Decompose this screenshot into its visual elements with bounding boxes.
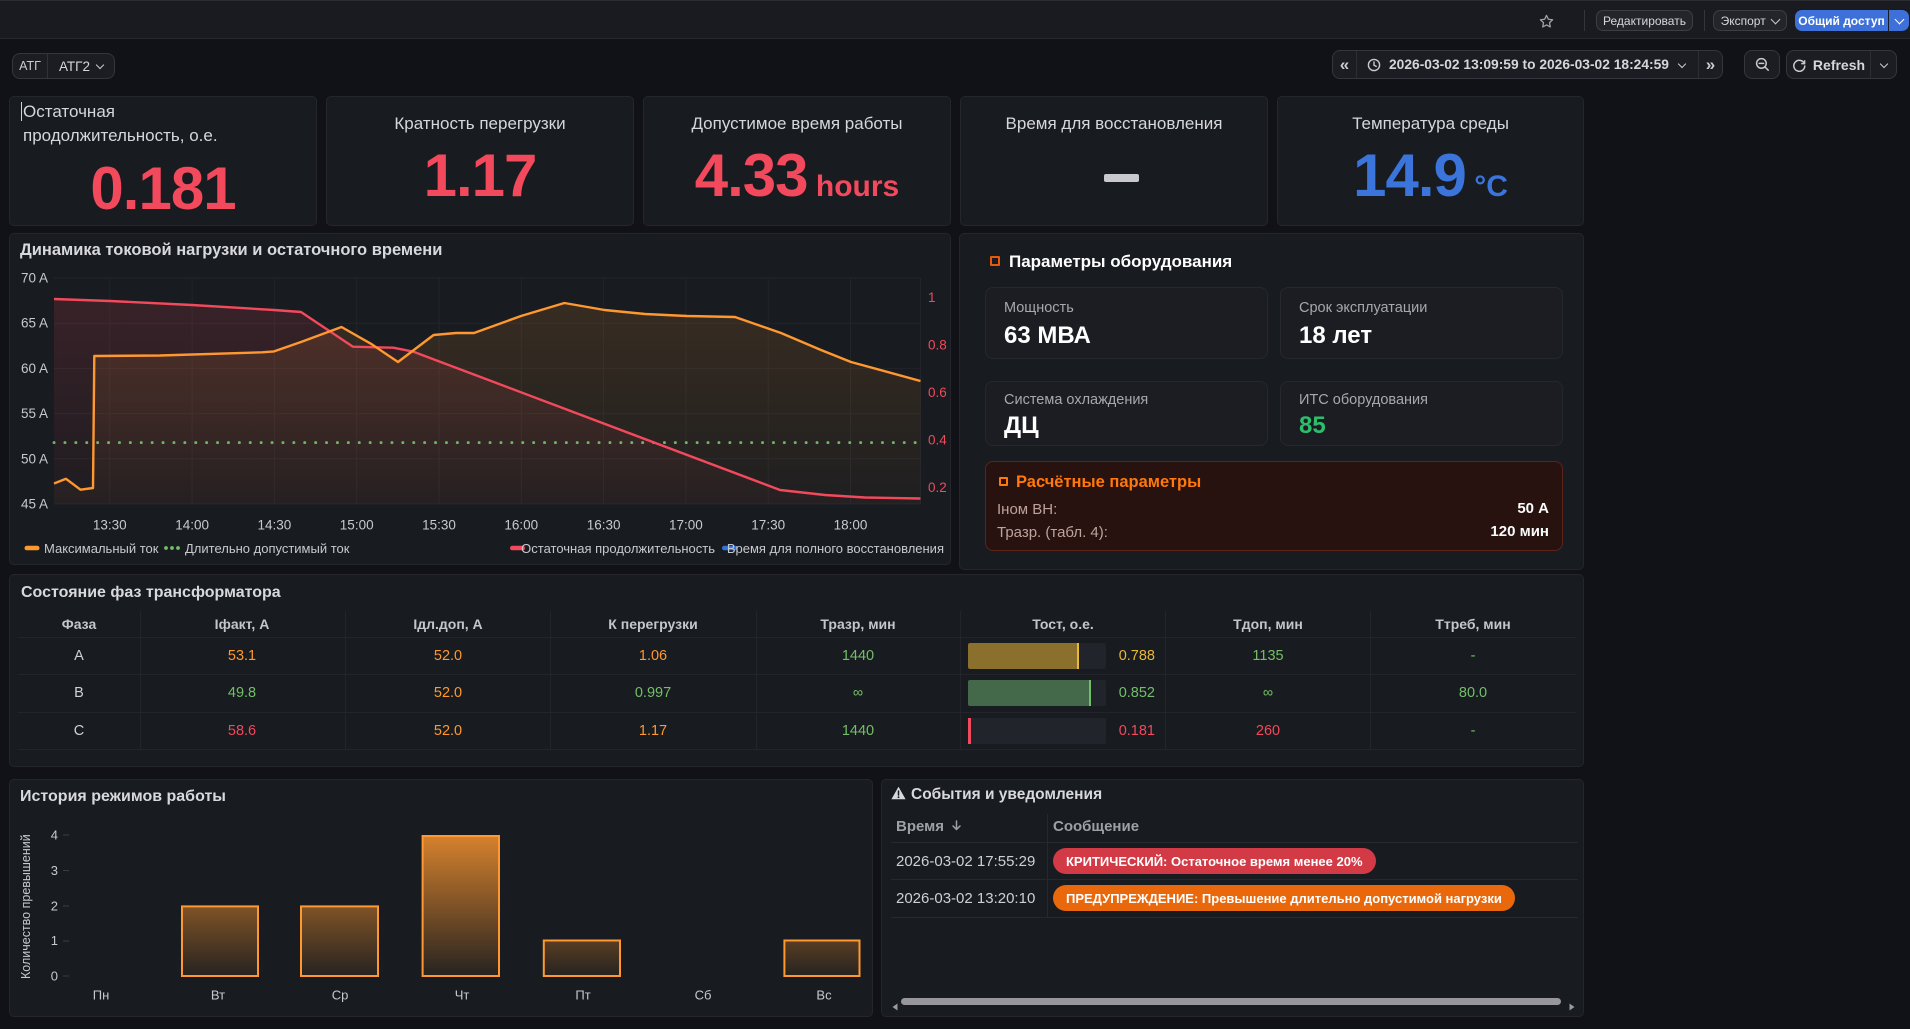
svg-text:0.4: 0.4 (928, 433, 947, 448)
svg-text:18:00: 18:00 (834, 518, 868, 533)
svg-text:1: 1 (928, 290, 936, 305)
svg-text:15:30: 15:30 (422, 518, 456, 533)
svg-text:Вт: Вт (211, 988, 225, 1003)
svg-text:17:30: 17:30 (751, 518, 785, 533)
svg-text:65 A: 65 A (21, 316, 48, 331)
svg-text:45 A: 45 A (21, 497, 48, 512)
svg-text:16:00: 16:00 (504, 518, 538, 533)
svg-text:55 A: 55 A (21, 406, 48, 421)
svg-text:14:30: 14:30 (258, 518, 292, 533)
svg-text:1: 1 (51, 933, 58, 948)
svg-text:0.6: 0.6 (928, 385, 947, 400)
svg-text:13:30: 13:30 (93, 518, 127, 533)
svg-text:4: 4 (51, 828, 58, 843)
svg-text:16:30: 16:30 (587, 518, 621, 533)
svg-text:Время для полного восстановлен: Время для полного восстановления (727, 541, 944, 556)
svg-text:Пт: Пт (575, 988, 590, 1003)
svg-text:Вс: Вс (816, 988, 832, 1003)
svg-text:Длительно допустимый ток: Длительно допустимый ток (185, 541, 350, 556)
svg-text:17:00: 17:00 (669, 518, 703, 533)
svg-text:0.8: 0.8 (928, 338, 947, 353)
svg-text:Сб: Сб (695, 988, 712, 1003)
svg-text:Максимальный ток: Максимальный ток (44, 541, 159, 556)
svg-text:Остаточная продолжительность: Остаточная продолжительность (521, 541, 715, 556)
svg-text:50 A: 50 A (21, 451, 48, 466)
svg-text:0: 0 (51, 969, 58, 984)
svg-text:2: 2 (51, 899, 58, 914)
svg-text:14:00: 14:00 (175, 518, 209, 533)
svg-text:Пн: Пн (93, 988, 110, 1003)
svg-text:60 A: 60 A (21, 361, 48, 376)
svg-text:3: 3 (51, 863, 58, 878)
svg-text:Ср: Ср (332, 988, 349, 1003)
svg-text:15:00: 15:00 (340, 518, 374, 533)
svg-text:0.2: 0.2 (928, 480, 947, 495)
svg-text:70 A: 70 A (21, 271, 48, 286)
svg-text:Чт: Чт (455, 988, 470, 1003)
